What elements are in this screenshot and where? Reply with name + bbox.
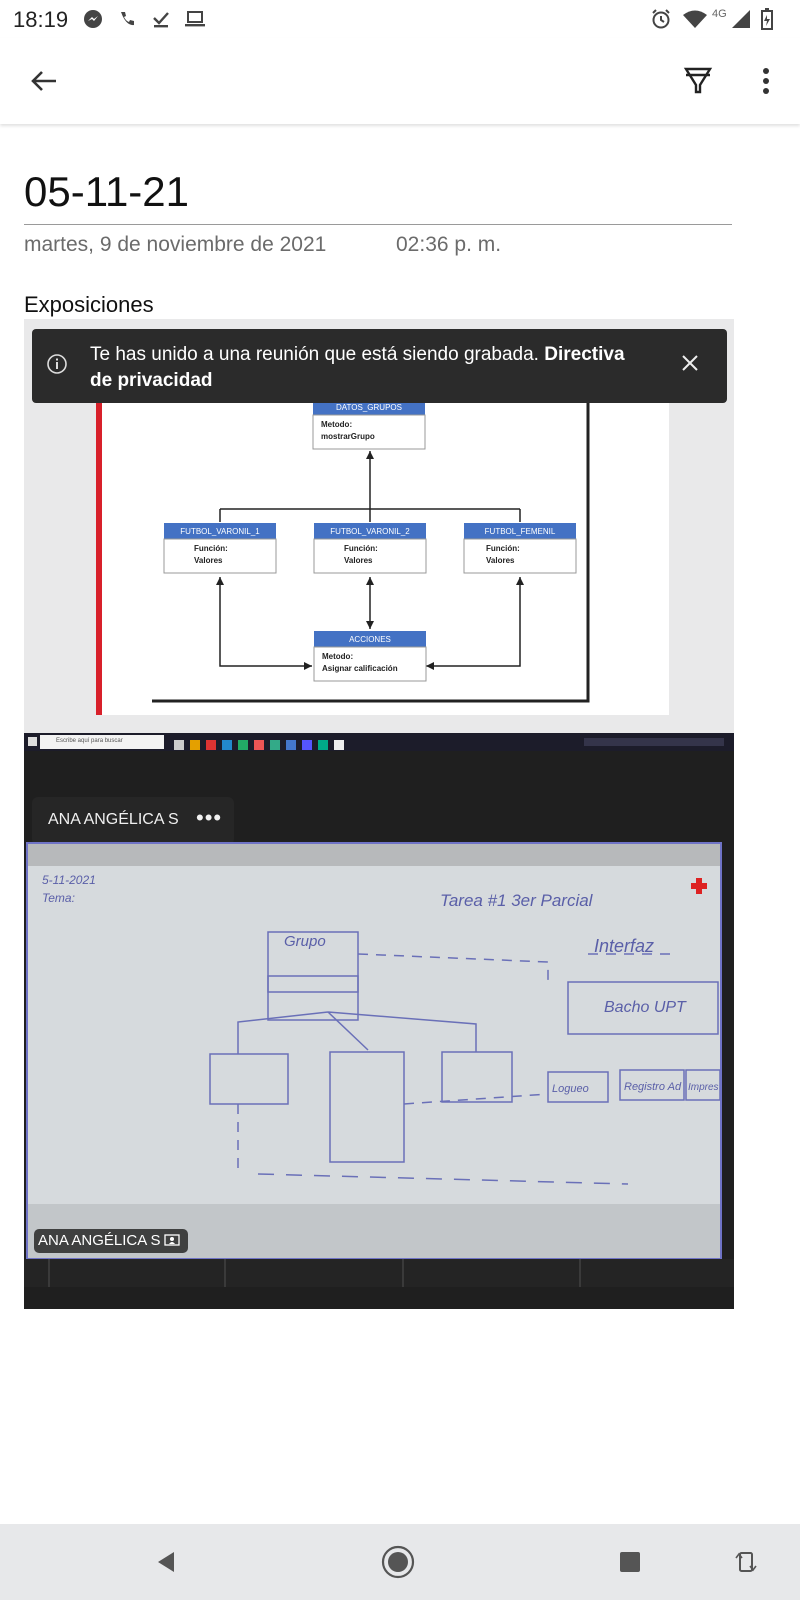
navigation-bar (0, 1524, 800, 1600)
wifi-icon (682, 8, 708, 30)
triangle-back-icon (158, 1552, 174, 1572)
svg-text:Asignar calificación: Asignar calificación (322, 664, 398, 673)
svg-text:Registro Ad: Registro Ad (624, 1081, 682, 1093)
participant-video: 5-11-2021 Tema: Tarea #1 3er Parcial Int… (26, 842, 722, 1260)
note-date: martes, 9 de noviembre de 2021 (24, 233, 327, 256)
status-bar: 18:19 4G (0, 0, 800, 38)
svg-text:Valores: Valores (344, 556, 373, 565)
title-divider (24, 224, 732, 225)
taskbar-app-icons (174, 737, 350, 755)
video-strip (24, 1259, 734, 1287)
back-button[interactable] (20, 57, 68, 105)
windows-start-icon (28, 737, 37, 746)
square-recents-icon (620, 1552, 640, 1572)
screen-share: DATOS_GRUPOS Metodo: mostrarGrupo FUTBOL… (24, 319, 734, 733)
participant-name: ANA ANGÉLICA S (48, 811, 179, 828)
svg-text:Valores: Valores (194, 556, 223, 565)
svg-text:Metodo:: Metodo: (322, 652, 353, 661)
svg-text:Logueo: Logueo (552, 1083, 589, 1095)
slide: DATOS_GRUPOS Metodo: mostrarGrupo FUTBOL… (102, 379, 669, 715)
close-banner-button[interactable] (680, 353, 700, 378)
highlighter-icon (683, 67, 713, 94)
svg-text:mostrarGrupo: mostrarGrupo (321, 432, 375, 441)
video-name-tag: ANA ANGÉLICA S (34, 1229, 188, 1253)
circle-home-icon (381, 1545, 415, 1579)
svg-text:Función:: Función: (486, 544, 520, 553)
svg-text:FUTBOL_VARONIL_2: FUTBOL_VARONIL_2 (330, 527, 410, 536)
taskbar-tray (584, 738, 724, 746)
class-diagram: DATOS_GRUPOS Metodo: mostrarGrupo FUTBOL… (152, 379, 590, 703)
nav-home-button[interactable] (374, 1538, 422, 1586)
participant-chip[interactable]: ANA ANGÉLICA S ••• (32, 797, 234, 845)
svg-text:ACCIONES: ACCIONES (349, 635, 391, 644)
note-time: 02:36 p. m. (396, 233, 502, 256)
svg-text:FUTBOL_FEMENIL: FUTBOL_FEMENIL (485, 527, 556, 536)
image-attachment[interactable]: DATOS_GRUPOS Metodo: mostrarGrupo FUTBOL… (24, 319, 734, 1309)
phone-icon (116, 8, 138, 30)
rotate-icon (735, 1552, 757, 1572)
laptop-icon (184, 8, 206, 30)
back-arrow-icon (31, 71, 56, 91)
banner-message: Te has unido a una reunión que está sien… (90, 344, 625, 391)
messenger-icon (82, 8, 104, 30)
network-type: 4G (712, 8, 727, 20)
svg-text:Función:: Función: (194, 544, 228, 553)
highlighter-button[interactable] (674, 57, 722, 105)
svg-text:5-11-2021: 5-11-2021 (42, 873, 96, 887)
svg-text:Tarea #1 3er Parcial: Tarea #1 3er Parcial (440, 891, 594, 910)
note-body[interactable]: Exposiciones (24, 292, 154, 318)
windows-taskbar: Escribe aquí para buscar (24, 733, 734, 751)
status-time: 18:19 (13, 7, 69, 32)
presenter-icon (163, 1234, 180, 1246)
signal-icon (730, 8, 752, 30)
battery-icon (760, 8, 774, 30)
svg-text:Impres: Impres (688, 1082, 719, 1093)
svg-text:Metodo:: Metodo: (321, 420, 352, 429)
close-icon (682, 355, 698, 371)
svg-text:Valores: Valores (486, 556, 515, 565)
info-icon (46, 353, 68, 380)
more-options-button[interactable] (742, 57, 790, 105)
recording-banner: Te has unido a una reunión que está sien… (32, 329, 727, 403)
box-title: DATOS_GRUPOS (336, 403, 402, 412)
rotate-screen-button[interactable] (722, 1538, 770, 1586)
more-vert-icon (763, 68, 769, 94)
svg-text:Tema:: Tema: (42, 891, 75, 905)
svg-text:Bacho UPT: Bacho UPT (604, 999, 687, 1016)
app-bar (0, 38, 800, 124)
download-done-icon (150, 8, 172, 30)
taskbar-search: Escribe aquí para buscar (40, 735, 164, 749)
nav-back-button[interactable] (142, 1538, 190, 1586)
svg-text:Función:: Función: (344, 544, 378, 553)
note-title[interactable]: 05-11-21 (24, 168, 189, 216)
participant-more-button[interactable]: ••• (196, 805, 222, 831)
svg-text:FUTBOL_VARONIL_1: FUTBOL_VARONIL_1 (180, 527, 260, 536)
nav-recents-button[interactable] (606, 1538, 654, 1586)
svg-text:Grupo: Grupo (284, 933, 326, 950)
alarm-icon (650, 8, 672, 30)
svg-text:Interfaz: Interfaz (594, 936, 654, 956)
whiteboard: 5-11-2021 Tema: Tarea #1 3er Parcial Int… (28, 844, 720, 1258)
